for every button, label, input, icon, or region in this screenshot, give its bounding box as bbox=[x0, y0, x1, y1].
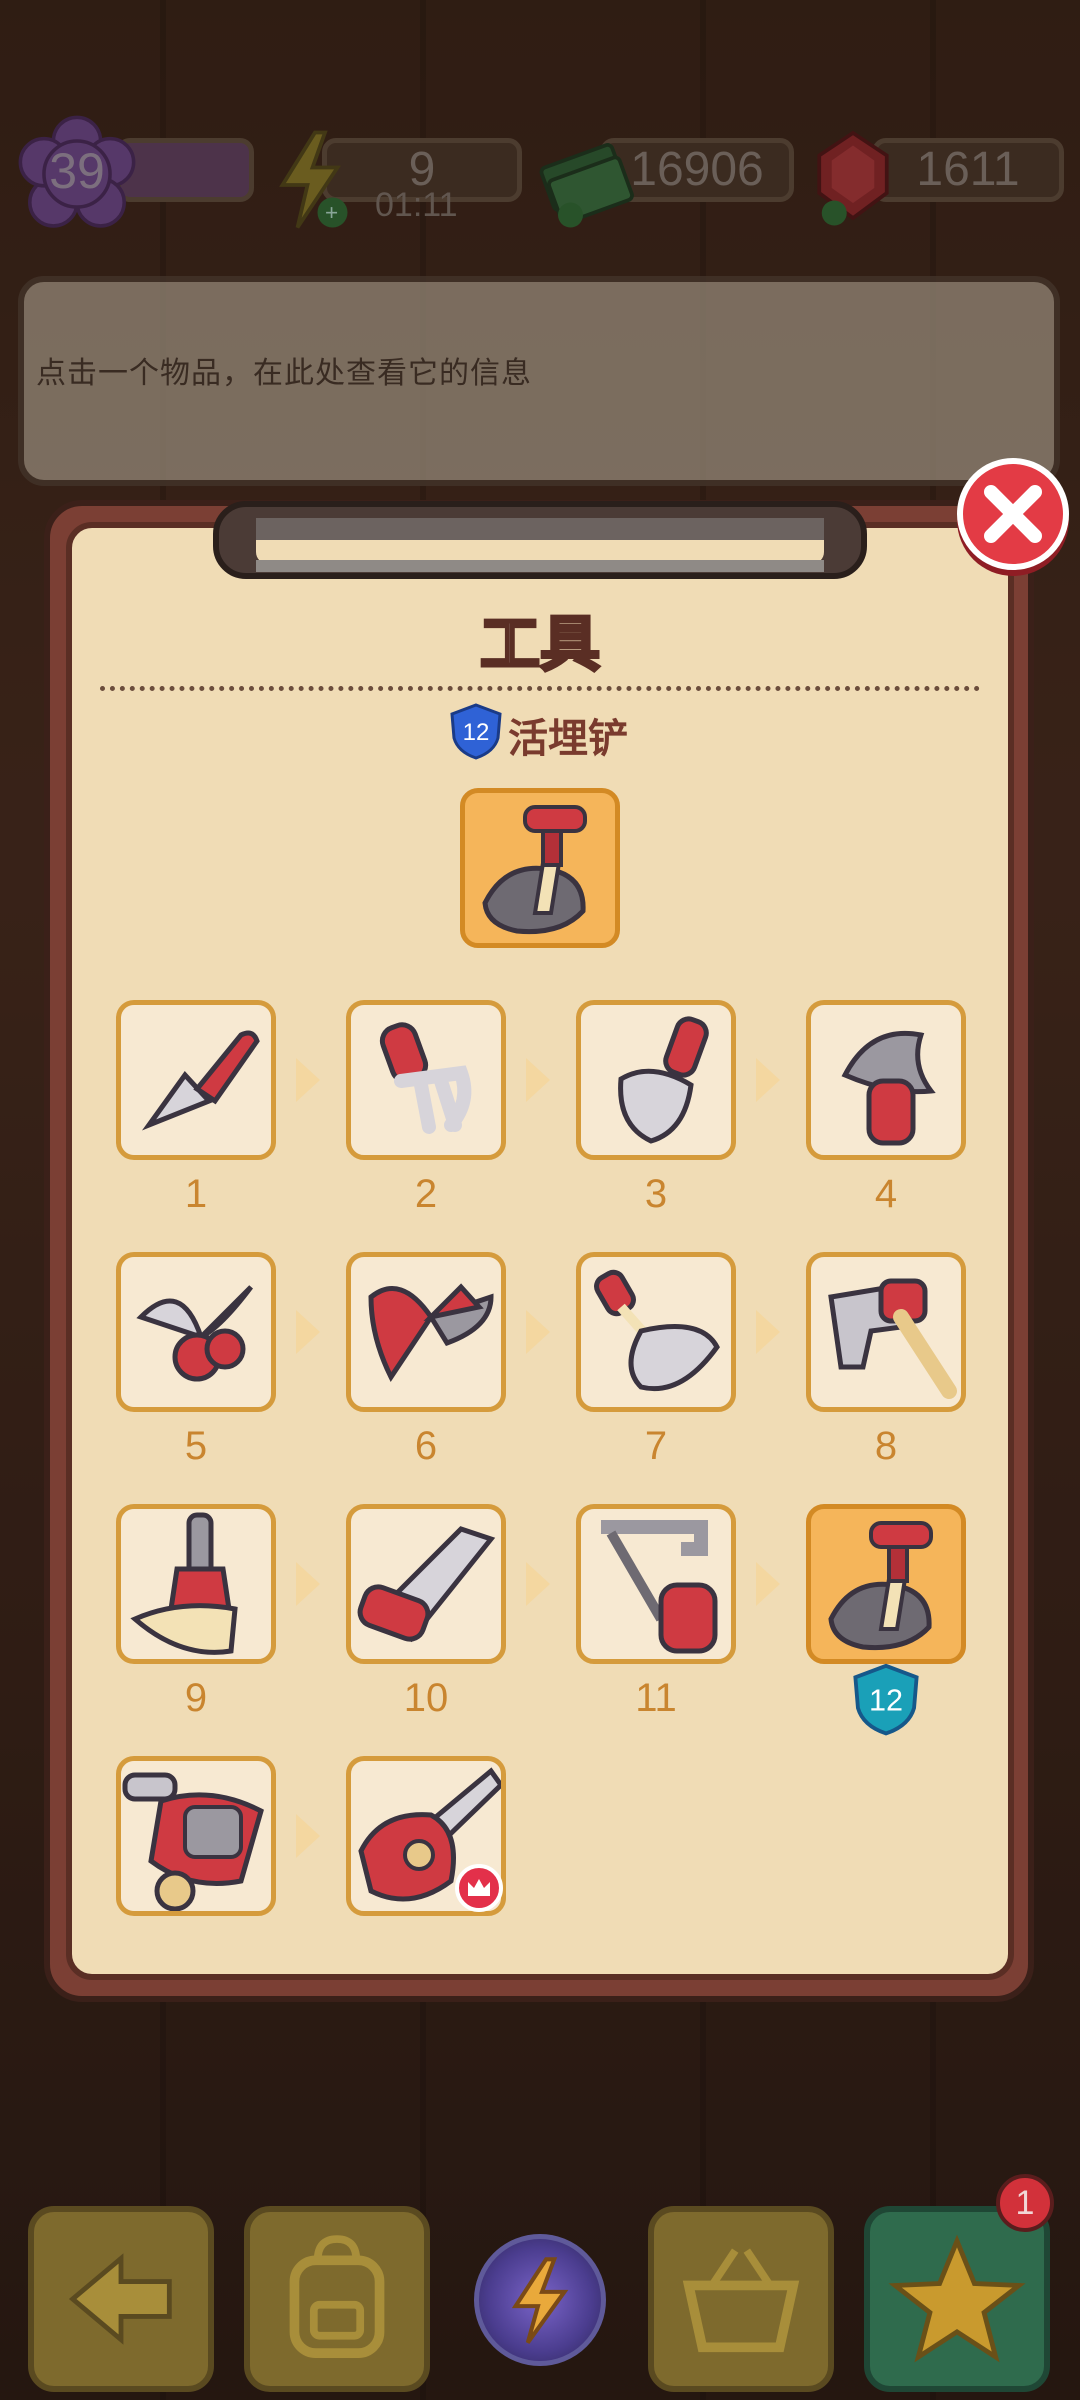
item-level-label: 4 bbox=[874, 1172, 898, 1216]
backpack-icon bbox=[289, 2235, 385, 2358]
back-button[interactable] bbox=[28, 2206, 214, 2392]
tool-icon bbox=[841, 1030, 936, 1146]
featured-item-cell[interactable] bbox=[460, 788, 620, 948]
crown-badge bbox=[455, 1864, 503, 1912]
chevron-right-icon bbox=[296, 1310, 320, 1354]
item-level-label: 6 bbox=[414, 1424, 438, 1468]
close-button[interactable] bbox=[957, 458, 1069, 570]
tool-icon bbox=[618, 1016, 709, 1144]
item-level-label: 9 bbox=[184, 1676, 208, 1720]
item-cell-4[interactable] bbox=[806, 1000, 966, 1160]
tool-icon bbox=[368, 1283, 494, 1382]
chevron-right-icon bbox=[296, 1814, 320, 1858]
item-cell-10[interactable] bbox=[346, 1504, 506, 1664]
item-level-label: 2 bbox=[414, 1172, 438, 1216]
chevron-right-icon bbox=[296, 1058, 320, 1102]
tool-icon bbox=[357, 1526, 496, 1643]
current-level-shield: 12 bbox=[850, 1662, 922, 1736]
item-cell-8[interactable] bbox=[806, 1252, 966, 1412]
item-level-label: 7 bbox=[644, 1424, 668, 1468]
chevron-right-icon bbox=[526, 1562, 550, 1606]
current-level-badge: 12 bbox=[463, 719, 490, 746]
item-level-label: 1 bbox=[184, 1172, 208, 1216]
basket-icon bbox=[682, 2248, 800, 2353]
current-item-name: 活埋铲 bbox=[508, 715, 628, 762]
burial-shovel-icon bbox=[482, 805, 587, 935]
tool-icon bbox=[130, 1512, 238, 1655]
tool-icon bbox=[141, 1030, 260, 1131]
energy-button[interactable] bbox=[474, 2234, 606, 2366]
title-divider bbox=[100, 686, 980, 691]
star-icon bbox=[888, 2234, 1026, 2363]
item-cell-5[interactable] bbox=[116, 1252, 276, 1412]
chevron-right-icon bbox=[756, 1562, 780, 1606]
item-cell-12[interactable] bbox=[806, 1504, 966, 1664]
item-level-label: 11 bbox=[635, 1676, 677, 1720]
tool-icon bbox=[594, 1269, 720, 1392]
lightning-icon bbox=[511, 2257, 569, 2344]
item-cell-1[interactable] bbox=[116, 1000, 276, 1160]
item-cell-2[interactable] bbox=[346, 1000, 506, 1160]
tool-icon bbox=[828, 1521, 933, 1651]
tool-icon bbox=[379, 1022, 472, 1134]
chevron-right-icon bbox=[756, 1310, 780, 1354]
crown-icon bbox=[468, 1879, 490, 1896]
item-cell-13[interactable] bbox=[116, 1756, 276, 1916]
item-cell-3[interactable] bbox=[576, 1000, 736, 1160]
item-level-label: 8 bbox=[874, 1424, 898, 1468]
chevron-right-icon bbox=[756, 1058, 780, 1102]
clipboard-clip bbox=[213, 501, 867, 579]
svg-text:12: 12 bbox=[869, 1683, 903, 1717]
favorites-star-button[interactable] bbox=[864, 2206, 1050, 2392]
item-cell-11[interactable] bbox=[576, 1504, 736, 1664]
close-icon bbox=[984, 485, 1042, 543]
chevron-right-icon bbox=[296, 1562, 320, 1606]
panel-title: 工具 bbox=[479, 609, 602, 682]
item-level-label: 10 bbox=[403, 1676, 449, 1720]
chevron-right-icon bbox=[526, 1310, 550, 1354]
back-arrow-icon bbox=[68, 2253, 172, 2345]
item-cell-9[interactable] bbox=[116, 1504, 276, 1664]
item-cell-6[interactable] bbox=[346, 1252, 506, 1412]
item-cell-7[interactable] bbox=[576, 1252, 736, 1412]
tool-icon bbox=[136, 1285, 253, 1382]
item-level-label: 5 bbox=[184, 1424, 208, 1468]
tool-icon bbox=[122, 1772, 264, 1911]
backpack-button[interactable] bbox=[244, 2206, 430, 2392]
chevron-right-icon bbox=[526, 1058, 550, 1102]
item-level-label: 3 bbox=[644, 1172, 668, 1216]
tool-icon bbox=[601, 1520, 718, 1654]
tool-icon bbox=[828, 1278, 957, 1399]
level-shield-icon: 12 bbox=[450, 703, 502, 760]
notification-badge: 1 bbox=[996, 2174, 1054, 2232]
shop-basket-button[interactable] bbox=[648, 2206, 834, 2392]
